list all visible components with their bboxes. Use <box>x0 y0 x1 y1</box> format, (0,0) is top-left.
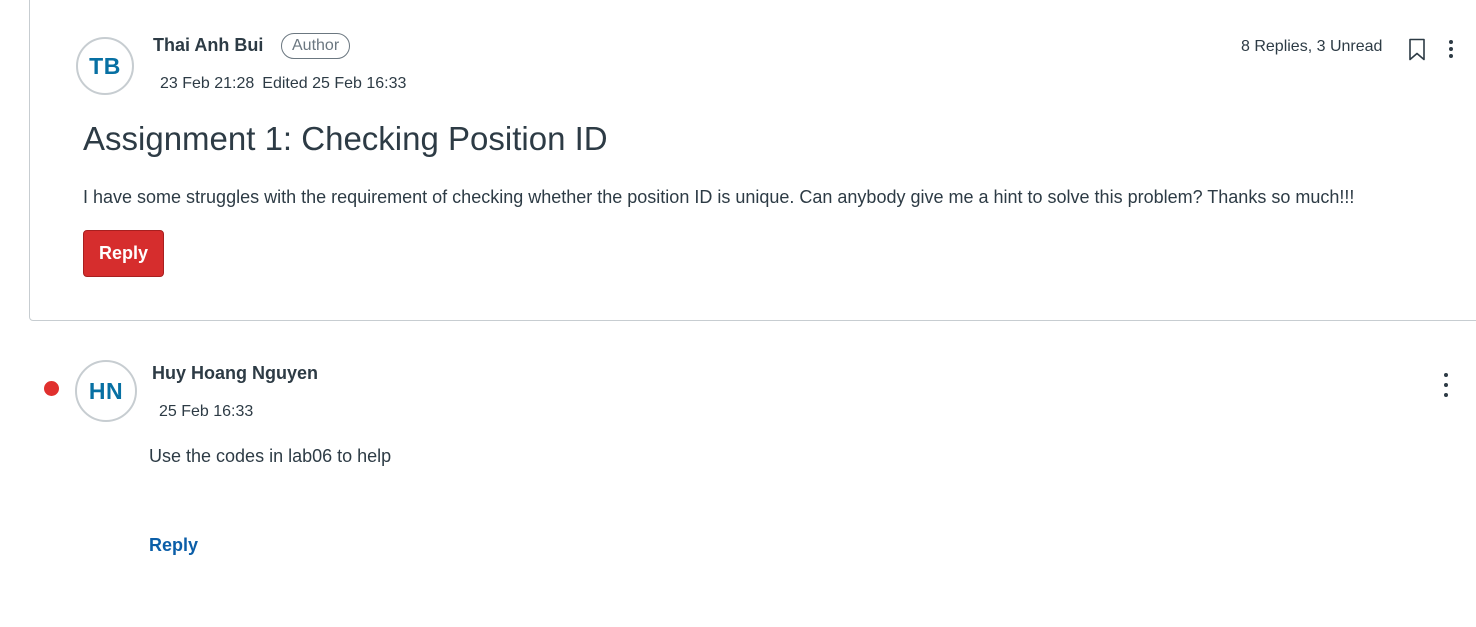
reply-link[interactable]: Reply <box>149 535 198 556</box>
reply-author-avatar[interactable]: HN <box>75 360 137 422</box>
replies-summary: 8 Replies, 3 Unread <box>1241 38 1383 55</box>
author-badge-label: Author <box>292 37 340 54</box>
reply-body: Use the codes in lab06 to help <box>149 446 392 466</box>
reply-more-options-icon[interactable] <box>1441 373 1451 397</box>
author-name[interactable]: Thai Anh Bui <box>153 35 263 56</box>
post-more-options-icon[interactable] <box>1446 40 1456 58</box>
avatar-initials: TB <box>89 52 121 79</box>
post-body: I have some struggles with the requireme… <box>83 187 1355 207</box>
unread-indicator-icon <box>44 381 59 396</box>
post-edited-date: Edited 25 Feb 16:33 <box>262 75 407 92</box>
post-timestamps: 23 Feb 21:28 Edited 25 Feb 16:33 <box>160 75 406 93</box>
avatar-initials: HN <box>88 377 124 404</box>
author-badge: Author <box>281 33 351 59</box>
reply-timestamp: 25 Feb 16:33 <box>159 403 254 420</box>
post-title: Assignment 1: Checking Position ID <box>83 120 608 157</box>
reply-button[interactable]: Reply <box>83 230 164 277</box>
post-created-date: 23 Feb 21:28 <box>160 75 255 92</box>
reply-author-name[interactable]: Huy Hoang Nguyen <box>152 363 318 384</box>
bookmark-icon[interactable] <box>1408 38 1426 62</box>
discussion-page: TB Thai Anh Bui Author 23 Feb 21:28 Edite… <box>0 0 1476 627</box>
author-avatar[interactable]: TB <box>76 37 134 95</box>
